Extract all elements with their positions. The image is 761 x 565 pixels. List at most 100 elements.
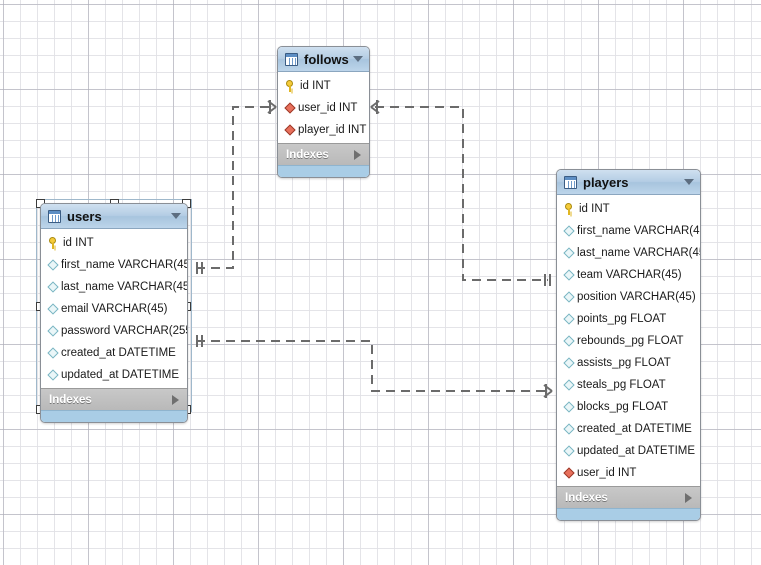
table-row[interactable]: points_pg FLOAT xyxy=(557,308,700,330)
table-row[interactable]: id INT xyxy=(278,75,369,97)
column-label: updated_at DATETIME xyxy=(577,445,696,457)
table-row[interactable]: user_id INT xyxy=(557,462,700,484)
table-row[interactable]: user_id INT xyxy=(278,97,369,119)
table-bottom-band xyxy=(278,165,369,177)
foreign-key-icon xyxy=(563,467,575,479)
chevron-right-icon[interactable] xyxy=(172,394,179,405)
column-label: user_id INT xyxy=(577,467,637,479)
foreign-key-icon xyxy=(284,124,296,136)
eer-diagram-canvas[interactable]: follows id INT user_id INT player_id INT… xyxy=(0,0,761,565)
table-row[interactable]: position VARCHAR(45) xyxy=(557,286,700,308)
table-name-label: follows xyxy=(304,51,349,67)
column-list-players: id INT first_name VARCHAR(45) last_name … xyxy=(557,195,700,486)
table-header-players[interactable]: players xyxy=(557,170,700,195)
column-icon xyxy=(563,423,575,435)
table-row[interactable]: first_name VARCHAR(45) xyxy=(41,254,187,276)
column-label: last_name VARCHAR(45) xyxy=(61,281,188,293)
column-icon xyxy=(563,247,575,259)
column-icon xyxy=(563,445,575,457)
relationship-players-follows xyxy=(370,100,551,286)
table-row[interactable]: created_at DATETIME xyxy=(41,342,187,364)
chevron-down-icon[interactable] xyxy=(684,179,694,185)
table-row[interactable]: blocks_pg FLOAT xyxy=(557,396,700,418)
relationship-users-players xyxy=(196,335,553,398)
indexes-section-follows[interactable]: Indexes xyxy=(278,143,369,165)
column-icon xyxy=(47,281,59,293)
column-label: password VARCHAR(255) xyxy=(61,325,188,337)
indexes-label: Indexes xyxy=(565,491,608,504)
table-header-follows[interactable]: follows xyxy=(278,47,369,72)
chevron-right-icon[interactable] xyxy=(354,149,361,160)
table-row[interactable]: steals_pg FLOAT xyxy=(557,374,700,396)
column-icon xyxy=(563,313,575,325)
column-label: created_at DATETIME xyxy=(61,347,176,359)
table-row[interactable]: assists_pg FLOAT xyxy=(557,352,700,374)
column-label: user_id INT xyxy=(298,102,358,114)
chevron-right-icon[interactable] xyxy=(685,492,692,503)
table-row[interactable]: updated_at DATETIME xyxy=(41,364,187,386)
table-row[interactable]: last_name VARCHAR(45) xyxy=(41,276,187,298)
column-icon xyxy=(563,335,575,347)
column-icon xyxy=(563,357,575,369)
column-icon xyxy=(47,369,59,381)
column-label: player_id INT xyxy=(298,124,367,136)
column-list-follows: id INT user_id INT player_id INT xyxy=(278,72,369,143)
table-row[interactable]: id INT xyxy=(41,232,187,254)
column-label: assists_pg FLOAT xyxy=(577,357,671,369)
table-row[interactable]: team VARCHAR(45) xyxy=(557,264,700,286)
table-icon xyxy=(564,175,577,189)
table-row[interactable]: first_name VARCHAR(45) xyxy=(557,220,700,242)
table-follows[interactable]: follows id INT user_id INT player_id INT… xyxy=(277,46,370,178)
column-label: steals_pg FLOAT xyxy=(577,379,666,391)
column-icon xyxy=(47,259,59,271)
table-bottom-band xyxy=(41,410,187,422)
column-list-users: id INT first_name VARCHAR(45) last_name … xyxy=(41,229,187,388)
indexes-section-users[interactable]: Indexes xyxy=(41,388,187,410)
column-label: email VARCHAR(45) xyxy=(61,303,168,315)
indexes-section-players[interactable]: Indexes xyxy=(557,486,700,508)
column-icon xyxy=(563,291,575,303)
column-label: id INT xyxy=(300,80,331,92)
column-icon xyxy=(563,379,575,391)
column-label: first_name VARCHAR(45) xyxy=(61,259,188,271)
column-icon xyxy=(47,325,59,337)
column-label: last_name VARCHAR(45) xyxy=(577,247,701,259)
table-bottom-band xyxy=(557,508,700,520)
primary-key-icon xyxy=(564,203,575,215)
column-label: position VARCHAR(45) xyxy=(577,291,696,303)
relationship-users-follows xyxy=(196,100,277,274)
column-icon xyxy=(47,347,59,359)
table-header-users[interactable]: users xyxy=(41,204,187,229)
table-row[interactable]: rebounds_pg FLOAT xyxy=(557,330,700,352)
table-name-label: players xyxy=(583,174,629,190)
column-label: team VARCHAR(45) xyxy=(577,269,682,281)
column-icon xyxy=(563,225,575,237)
table-row[interactable]: id INT xyxy=(557,198,700,220)
chevron-down-icon[interactable] xyxy=(171,213,181,219)
column-label: updated_at DATETIME xyxy=(61,369,180,381)
table-row[interactable]: password VARCHAR(255) xyxy=(41,320,187,342)
primary-key-icon xyxy=(285,80,296,92)
chevron-down-icon[interactable] xyxy=(353,56,363,62)
column-label: first_name VARCHAR(45) xyxy=(577,225,701,237)
table-icon xyxy=(285,52,298,66)
table-name-label: users xyxy=(67,208,102,224)
column-icon xyxy=(563,269,575,281)
table-users[interactable]: users id INT first_name VARCHAR(45) last… xyxy=(40,203,188,423)
column-label: rebounds_pg FLOAT xyxy=(577,335,684,347)
table-players[interactable]: players id INT first_name VARCHAR(45) la… xyxy=(556,169,701,521)
column-icon xyxy=(563,401,575,413)
table-row[interactable]: created_at DATETIME xyxy=(557,418,700,440)
column-label: id INT xyxy=(63,237,94,249)
column-label: points_pg FLOAT xyxy=(577,313,667,325)
column-label: id INT xyxy=(579,203,610,215)
table-row[interactable]: last_name VARCHAR(45) xyxy=(557,242,700,264)
table-row[interactable]: player_id INT xyxy=(278,119,369,141)
foreign-key-icon xyxy=(284,102,296,114)
indexes-label: Indexes xyxy=(286,148,329,161)
primary-key-icon xyxy=(48,237,59,249)
column-icon xyxy=(47,303,59,315)
table-row[interactable]: updated_at DATETIME xyxy=(557,440,700,462)
table-icon xyxy=(48,209,61,223)
table-row[interactable]: email VARCHAR(45) xyxy=(41,298,187,320)
